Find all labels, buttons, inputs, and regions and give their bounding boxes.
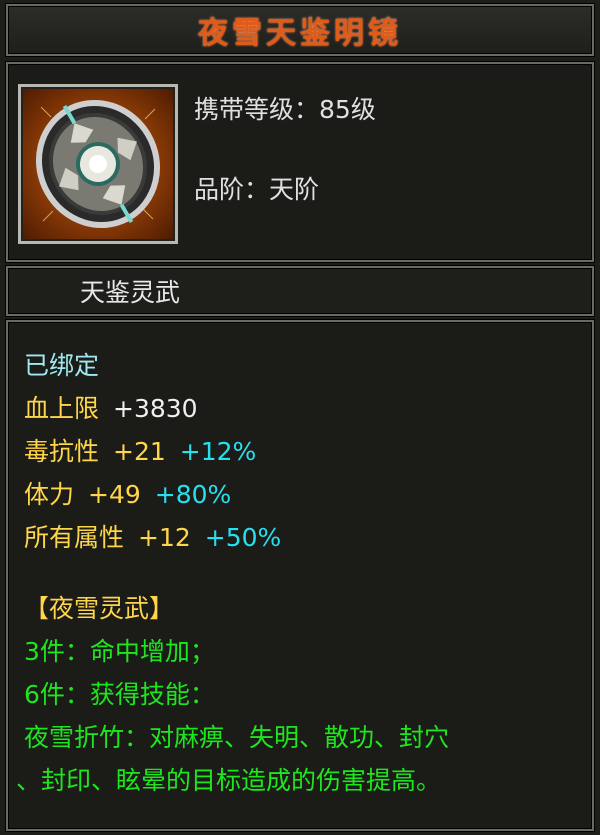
attr-row: 所有属性 +12 +50% <box>24 516 592 559</box>
grade-value: 天阶 <box>269 175 320 204</box>
item-info-panel: 携带等级：85级 品阶：天阶 <box>6 62 594 262</box>
item-grade: 品阶：天阶 <box>194 170 319 206</box>
carry-level-value: 85级 <box>319 95 376 124</box>
attr-row: 体力 +49 +80% <box>24 473 592 516</box>
stats-panel: 已绑定 血上限 +3830 毒抗性 +21 +12% 体力 +49 +80% 所有属性 +1… <box>6 320 594 831</box>
carry-level: 携带等级：85级 <box>194 90 376 126</box>
title-bar: 夜雪天鉴明镜 <box>6 4 594 56</box>
attr-row: 毒抗性 +21 +12% <box>24 430 592 473</box>
grade-label: 品阶： <box>194 175 270 204</box>
item-category: 天鉴灵武 <box>80 278 181 307</box>
carry-level-label: 携带等级： <box>194 95 320 124</box>
attr-name: 血上限 <box>24 394 100 423</box>
attr-value: +49 <box>88 480 141 509</box>
attr-name: 体力 <box>24 480 75 509</box>
item-tooltip: 夜雪天鉴明镜 携带等级：85级 品阶：天阶 天鉴灵武 已绑定 血上限 +3830… <box>0 0 600 835</box>
set-skill-line-2: 、封印、眩晕的目标造成的伤害提高。 <box>16 766 442 795</box>
item-name: 夜雪天鉴明镜 <box>198 16 402 51</box>
attr-value: +3830 <box>113 394 198 423</box>
set-title: 【夜雪灵武】 <box>24 594 175 623</box>
set-skill-line-1: 夜雪折竹：对麻痹、失明、散功、封穴 <box>24 723 450 752</box>
set-bonus-3: 3件：命中增加； <box>24 637 215 666</box>
bound-status: 已绑定 <box>24 351 100 380</box>
attr-value: +12 <box>138 523 191 552</box>
attr-name: 毒抗性 <box>24 437 100 466</box>
item-category-bar: 天鉴灵武 <box>6 266 594 316</box>
attr-value: +21 <box>113 437 166 466</box>
attr-name: 所有属性 <box>24 523 125 552</box>
attr-percent: +12% <box>179 437 257 466</box>
attr-row: 血上限 +3830 <box>24 387 592 430</box>
attr-percent: +50% <box>204 523 282 552</box>
mirror-shield-icon <box>18 84 178 244</box>
set-bonus-6: 6件：获得技能： <box>24 680 215 709</box>
attr-percent: +80% <box>154 480 232 509</box>
